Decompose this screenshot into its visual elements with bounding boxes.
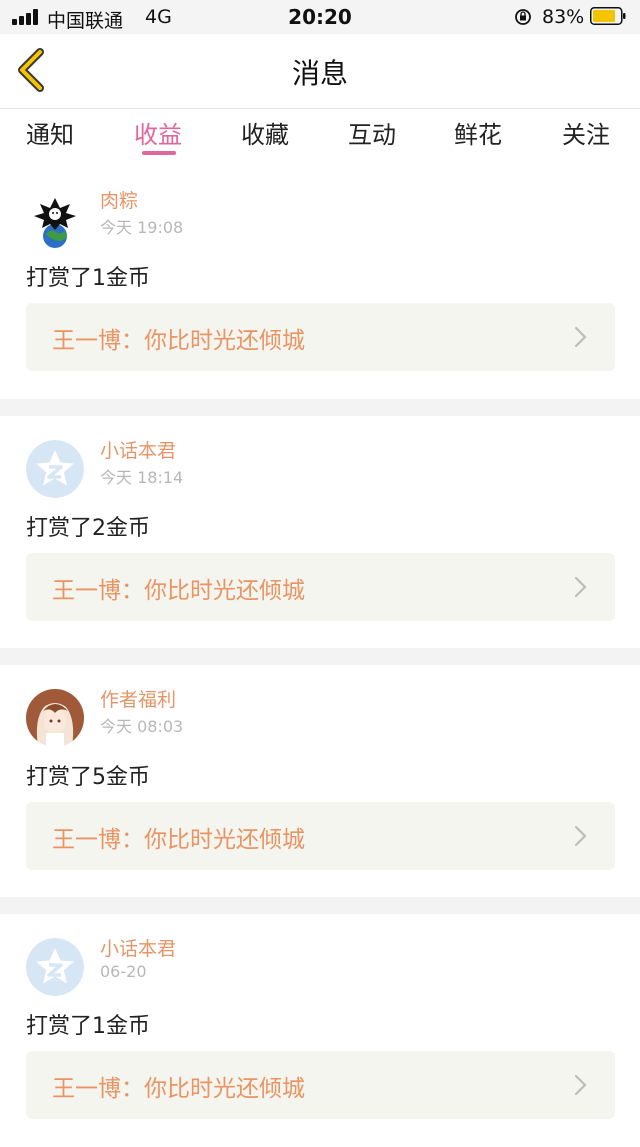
- book-title: 王一博：你比时光还倾城: [52, 1076, 305, 1102]
- avatar[interactable]: [26, 938, 84, 996]
- timestamp: 今天 18:14: [100, 468, 184, 487]
- chevron-right-icon: [574, 1074, 587, 1096]
- default-star-avatar-icon: [26, 938, 84, 996]
- message-item: 作者福利 今天 08:03 打赏了5金币 王一博：你比时光还倾城: [0, 665, 640, 898]
- chevron-right-icon: [574, 825, 587, 847]
- book-title: 王一博：你比时光还倾城: [52, 827, 305, 853]
- username[interactable]: 作者福利: [100, 685, 176, 712]
- message-item: 小话本君 06-20 打赏了1金币 王一博：你比时光还倾城: [0, 914, 640, 1147]
- avatar[interactable]: [26, 689, 84, 747]
- message-item: 肉粽 今天 19:08 打赏了1金币 王一博：你比时光还倾城: [0, 166, 640, 399]
- battery-percent: 83%: [542, 6, 585, 28]
- book-link[interactable]: 王一博：你比时光还倾城: [26, 553, 615, 621]
- divider: [0, 648, 640, 665]
- wolf-earth-avatar-icon: [26, 190, 84, 248]
- username[interactable]: 小话本君: [100, 934, 176, 961]
- rotation-lock-icon: [515, 9, 531, 25]
- chevron-right-icon: [574, 326, 587, 348]
- book-link[interactable]: 王一博：你比时光还倾城: [26, 802, 615, 870]
- book-link[interactable]: 王一博：你比时光还倾城: [26, 303, 615, 371]
- active-tab-indicator: [142, 151, 176, 155]
- avatar[interactable]: [26, 190, 84, 248]
- tab-flowers[interactable]: 鲜花: [454, 115, 502, 150]
- default-star-avatar-icon: [26, 440, 84, 498]
- divider: [0, 399, 640, 416]
- book-title: 王一博：你比时光还倾城: [52, 578, 305, 604]
- page-title: 消息: [291, 57, 348, 90]
- tab-follow[interactable]: 关注: [562, 115, 610, 150]
- username[interactable]: 肉粽: [100, 186, 138, 213]
- book-title: 王一博：你比时光还倾城: [52, 328, 305, 354]
- timestamp: 今天 08:03: [100, 717, 184, 736]
- divider: [0, 897, 640, 914]
- reward-text: 打赏了5金币: [26, 765, 150, 790]
- book-link[interactable]: 王一博：你比时光还倾城: [26, 1051, 615, 1119]
- tab-bar: 通知 收益 收藏 互动 鲜花 关注: [0, 109, 640, 165]
- timestamp: 今天 19:08: [100, 218, 184, 237]
- chevron-right-icon: [574, 576, 587, 598]
- avatar[interactable]: [26, 440, 84, 498]
- timestamp: 06-20: [100, 962, 147, 981]
- battery-icon: [590, 7, 626, 25]
- reward-text: 打赏了1金币: [26, 1014, 150, 1039]
- anime-girl-avatar-icon: [26, 689, 84, 747]
- nav-bar: 消息: [0, 34, 640, 109]
- tab-earnings[interactable]: 收益: [134, 115, 182, 150]
- tab-notice[interactable]: 通知: [26, 115, 74, 150]
- message-item: 小话本君 今天 18:14 打赏了2金币 王一博：你比时光还倾城: [0, 416, 640, 649]
- status-bar: 中国联通 4G 20:20 83%: [0, 0, 640, 34]
- reward-text: 打赏了1金币: [26, 266, 150, 291]
- username[interactable]: 小话本君: [100, 436, 176, 463]
- tab-interaction[interactable]: 互动: [348, 115, 396, 150]
- reward-text: 打赏了2金币: [26, 516, 150, 541]
- tab-favorites[interactable]: 收藏: [241, 115, 289, 150]
